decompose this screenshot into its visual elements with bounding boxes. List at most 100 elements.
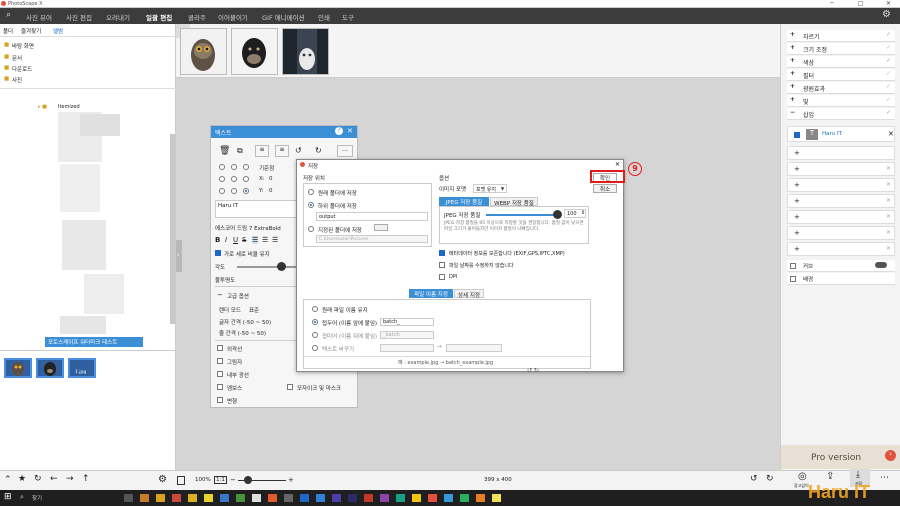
- app-icon[interactable]: [204, 494, 213, 502]
- anchor-radio[interactable]: [219, 176, 225, 182]
- app-icon[interactable]: [220, 494, 229, 502]
- insert-slot[interactable]: + ✕: [787, 178, 895, 192]
- app-icon[interactable]: [460, 494, 469, 502]
- folder-desktop[interactable]: 바탕 화면: [12, 42, 34, 50]
- collapse-left-handle[interactable]: ‹: [176, 240, 182, 272]
- radio-prefix[interactable]: [312, 319, 318, 325]
- menu-editor[interactable]: 사진 편집: [66, 12, 92, 22]
- app-icon[interactable]: [412, 494, 421, 502]
- menu-gif[interactable]: GIF 애니메이션: [262, 12, 305, 22]
- quality-slider[interactable]: [486, 214, 556, 216]
- zoom-in-icon[interactable]: +: [288, 476, 294, 484]
- star-icon[interactable]: ★: [18, 474, 26, 484]
- app-icon[interactable]: [476, 494, 485, 502]
- trash-icon[interactable]: 🗑: [219, 146, 230, 156]
- folder-documents[interactable]: 문서: [12, 54, 22, 62]
- bold-icon[interactable]: B: [215, 236, 220, 244]
- border-option[interactable]: 커브: [787, 260, 895, 272]
- more-button[interactable]: ...: [337, 145, 353, 157]
- insert-slot[interactable]: + ✕: [787, 242, 895, 256]
- menu-batch[interactable]: 일괄 편집: [146, 12, 172, 22]
- refresh-icon[interactable]: ↻: [34, 474, 42, 484]
- app-icon[interactable]: [300, 494, 309, 502]
- outline-checkbox[interactable]: [217, 345, 223, 351]
- option-light[interactable]: + 빛 ✓: [787, 95, 895, 107]
- anchor-radio[interactable]: [243, 176, 249, 182]
- dpi-checkbox[interactable]: [439, 274, 445, 280]
- app-icon[interactable]: [172, 494, 181, 502]
- app-icon[interactable]: [364, 494, 373, 502]
- option-filter[interactable]: + 필터 ✓: [787, 69, 895, 81]
- keep-ratio-checkbox[interactable]: [215, 250, 221, 256]
- zoom-out-icon[interactable]: −: [230, 476, 236, 484]
- quality-slider-thumb[interactable]: [553, 210, 562, 219]
- shadow-checkbox[interactable]: [217, 358, 223, 364]
- menu-collage[interactable]: 콜라주: [188, 12, 206, 22]
- insert-slot[interactable]: + ✕: [787, 162, 895, 176]
- insert-slot[interactable]: +: [787, 146, 895, 160]
- app-icon[interactable]: [492, 494, 501, 502]
- tab-webp-quality[interactable]: WEBP 저장 품질: [490, 197, 538, 207]
- explorer-icon[interactable]: [156, 494, 165, 502]
- close-icon[interactable]: ✕: [347, 127, 353, 135]
- inner-glow-checkbox[interactable]: [217, 371, 223, 377]
- tab-filename[interactable]: 파일 이름 지정: [409, 289, 453, 298]
- align-left-icon[interactable]: ≡: [255, 145, 269, 157]
- transform-checkbox[interactable]: [217, 397, 223, 403]
- settings-gear-icon[interactable]: ⚙: [882, 9, 891, 20]
- prefix-input[interactable]: batch_: [380, 318, 434, 326]
- tab-folders[interactable]: 폴더: [3, 27, 13, 35]
- anchor-radio[interactable]: [231, 164, 237, 170]
- thumb-cat[interactable]: [282, 28, 329, 75]
- metadata-checkbox[interactable]: [439, 250, 445, 256]
- zoom-slider-thumb[interactable]: [244, 476, 252, 484]
- rotate-left-icon[interactable]: ↺: [295, 146, 302, 155]
- selected-folder-row[interactable]: 포토스케이프 워터마크 테스트: [45, 337, 143, 347]
- browse-button[interactable]: [374, 224, 388, 231]
- app-icon[interactable]: [396, 494, 405, 502]
- menu-print[interactable]: 인쇄: [318, 12, 330, 22]
- insert-slot[interactable]: + ✕: [787, 194, 895, 208]
- app-icon[interactable]: [348, 494, 357, 502]
- taskview-icon[interactable]: [124, 494, 133, 502]
- radio-keep-name[interactable]: [312, 306, 318, 312]
- app-icon[interactable]: [268, 494, 277, 502]
- font-name[interactable]: 에스코어 드림 7 ExtraBold: [215, 224, 281, 232]
- underline-icon[interactable]: U: [233, 236, 238, 244]
- stepper-icon[interactable]: ⇕: [581, 210, 585, 216]
- help-icon[interactable]: ?: [335, 127, 343, 135]
- keep-date-checkbox[interactable]: [439, 262, 445, 268]
- app-icon[interactable]: [188, 494, 197, 502]
- anchor-radio[interactable]: [219, 188, 225, 194]
- gear-icon[interactable]: ⚙: [158, 474, 167, 485]
- background-checkbox[interactable]: [790, 276, 796, 282]
- format-select[interactable]: 포맷 유지 ▼: [473, 184, 507, 193]
- windows-start-icon[interactable]: ⊞: [4, 492, 12, 502]
- close-window-button[interactable]: ✕: [886, 0, 891, 7]
- rotate-ccw-icon[interactable]: ↺: [750, 474, 758, 484]
- app-icon[interactable]: [332, 494, 341, 502]
- taskbar-search-label[interactable]: 찾기: [32, 494, 42, 502]
- tab-detail[interactable]: 상세 지정: [454, 289, 484, 299]
- radio-replace-text[interactable]: [312, 345, 318, 351]
- radio-original-folder[interactable]: [308, 189, 314, 195]
- parent-folder-icon[interactable]: ↑: [82, 474, 90, 484]
- layer-row[interactable]: T Haru IT ✕: [787, 126, 895, 142]
- left-thumb-dog[interactable]: [36, 358, 64, 378]
- maximize-button[interactable]: □: [858, 0, 864, 7]
- radio-suffix[interactable]: [312, 332, 318, 338]
- app-icon[interactable]: [428, 494, 437, 502]
- app-icon[interactable]: [252, 494, 261, 502]
- render-mode-value[interactable]: 표준: [249, 306, 259, 314]
- thumb-owl[interactable]: [180, 28, 227, 75]
- text-input[interactable]: Haru IT: [215, 200, 297, 218]
- app-icon[interactable]: [380, 494, 389, 502]
- app-icon[interactable]: [444, 494, 453, 502]
- emboss-checkbox[interactable]: [217, 384, 223, 390]
- suffix-input[interactable]: _batch: [380, 331, 434, 339]
- menu-tools[interactable]: 도구: [342, 12, 354, 22]
- delete-layer-icon[interactable]: ✕: [888, 130, 894, 138]
- radio-custom-folder[interactable]: [308, 226, 314, 232]
- insert-slot[interactable]: + ✕: [787, 210, 895, 224]
- layer-checkbox[interactable]: [794, 132, 800, 138]
